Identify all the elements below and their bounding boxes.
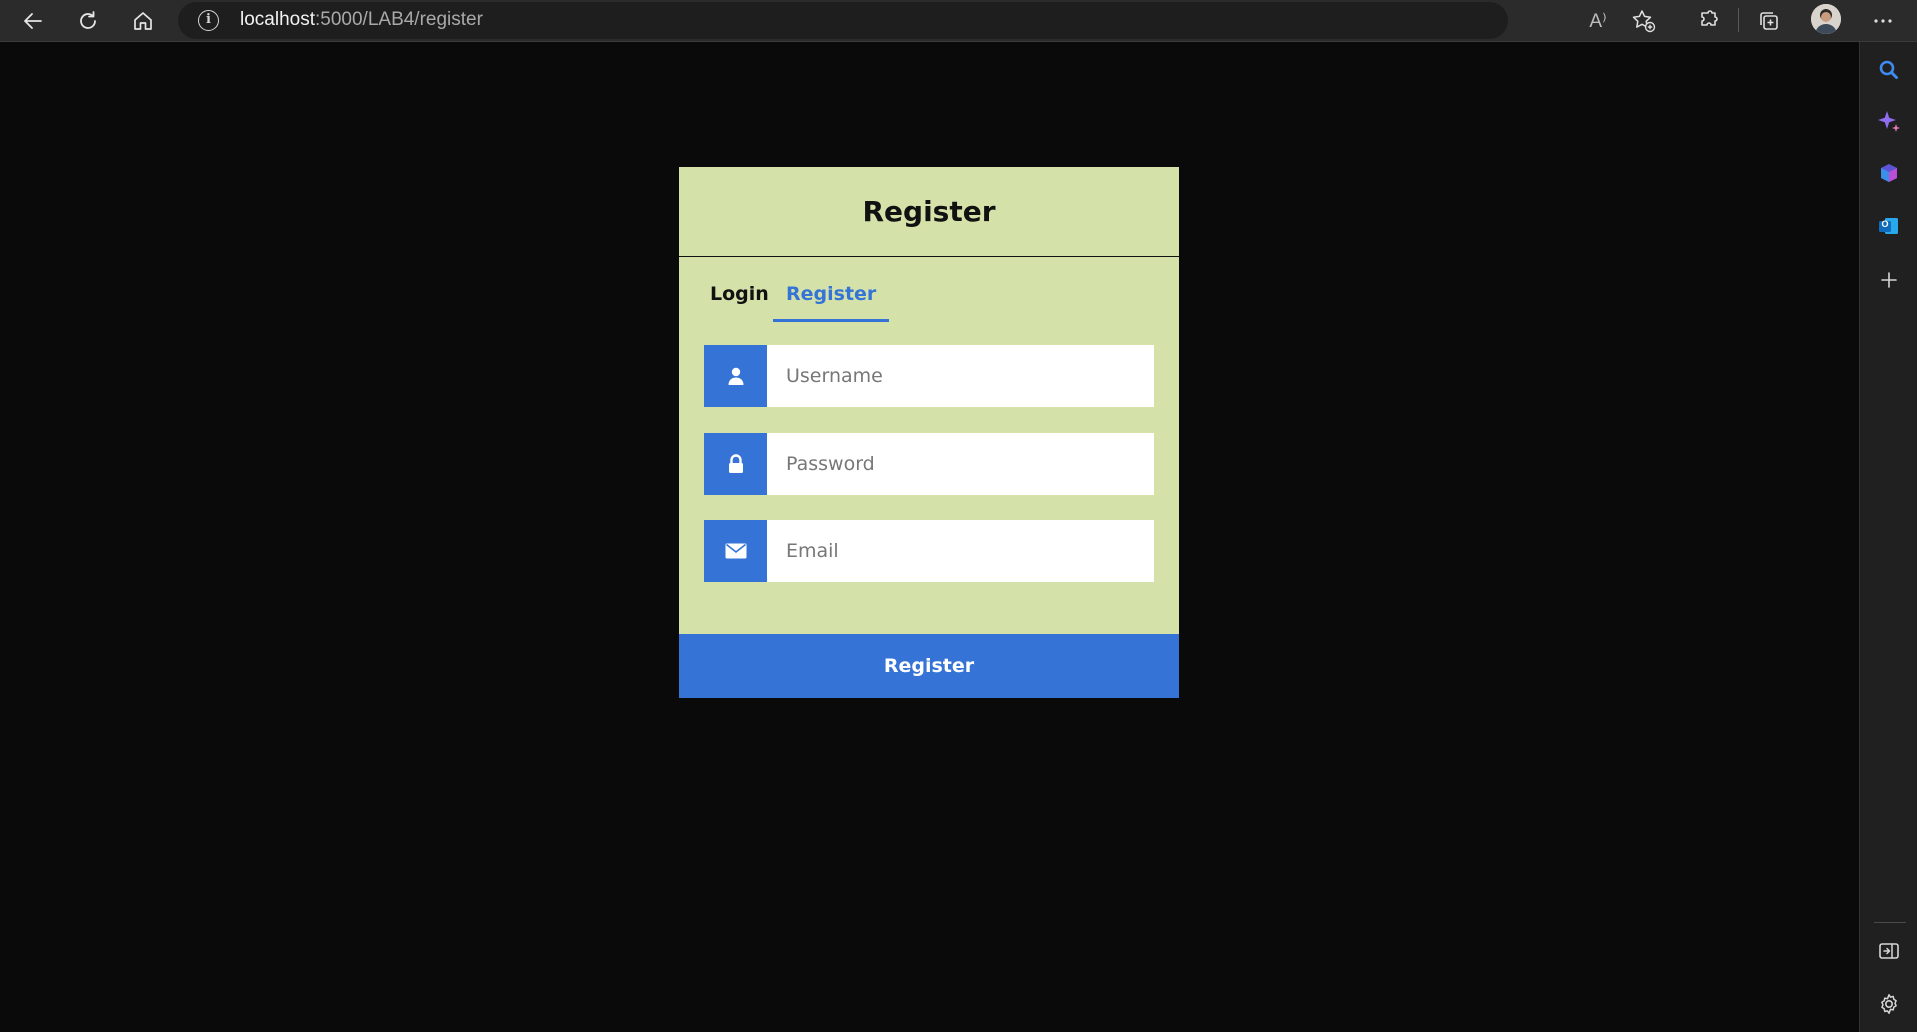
register-submit-button[interactable]: Register xyxy=(679,634,1179,698)
address-url[interactable]: localhost:5000/LAB4/register xyxy=(240,8,483,32)
copilot-icon[interactable] xyxy=(1873,106,1905,138)
more-options-icon[interactable] xyxy=(1867,5,1899,37)
register-card: Register Login Register Register xyxy=(679,167,1179,698)
home-icon[interactable] xyxy=(127,5,159,37)
address-bar[interactable]: i localhost:5000/LAB4/register xyxy=(178,2,1508,39)
browser-toolbar: i localhost:5000/LAB4/register A⁾ xyxy=(0,0,1917,42)
envelope-icon xyxy=(704,520,767,582)
read-aloud-icon[interactable]: A⁾ xyxy=(1582,5,1614,37)
sidebar-separator xyxy=(1874,922,1906,923)
refresh-icon[interactable] xyxy=(72,5,104,37)
card-header: Register xyxy=(679,167,1179,257)
outlook-icon[interactable]: O xyxy=(1873,210,1905,242)
profile-avatar[interactable] xyxy=(1811,4,1841,34)
info-icon[interactable]: i xyxy=(198,10,219,31)
username-input[interactable] xyxy=(767,345,1154,407)
email-input[interactable] xyxy=(767,520,1154,582)
settings-icon[interactable] xyxy=(1873,988,1905,1020)
add-icon[interactable] xyxy=(1873,264,1905,296)
add-favorite-icon[interactable] xyxy=(1628,5,1660,37)
username-field xyxy=(704,345,1154,407)
tab-login[interactable]: Login xyxy=(697,272,782,322)
address-host: localhost xyxy=(240,9,315,30)
user-icon xyxy=(704,345,767,407)
email-field xyxy=(704,520,1154,582)
office-icon[interactable] xyxy=(1873,157,1905,189)
read-aloud-label: A⁾ xyxy=(1589,10,1607,32)
collections-icon[interactable] xyxy=(1753,5,1785,37)
password-field xyxy=(704,433,1154,495)
sidebar-toggle-icon[interactable] xyxy=(1873,935,1905,967)
page-title: Register xyxy=(862,195,996,228)
lock-icon xyxy=(704,433,767,495)
outlook-letter: O xyxy=(1881,219,1889,229)
tab-register[interactable]: Register xyxy=(773,272,890,322)
password-input[interactable] xyxy=(767,433,1154,495)
back-arrow-icon[interactable] xyxy=(17,5,49,37)
browser-sidebar: O xyxy=(1859,42,1917,1032)
extensions-icon[interactable] xyxy=(1692,5,1724,37)
search-icon[interactable] xyxy=(1873,54,1905,86)
address-path: :5000/LAB4/register xyxy=(315,9,483,30)
page-viewport: Register Login Register Register xyxy=(0,42,1859,1032)
toolbar-separator xyxy=(1738,8,1739,32)
